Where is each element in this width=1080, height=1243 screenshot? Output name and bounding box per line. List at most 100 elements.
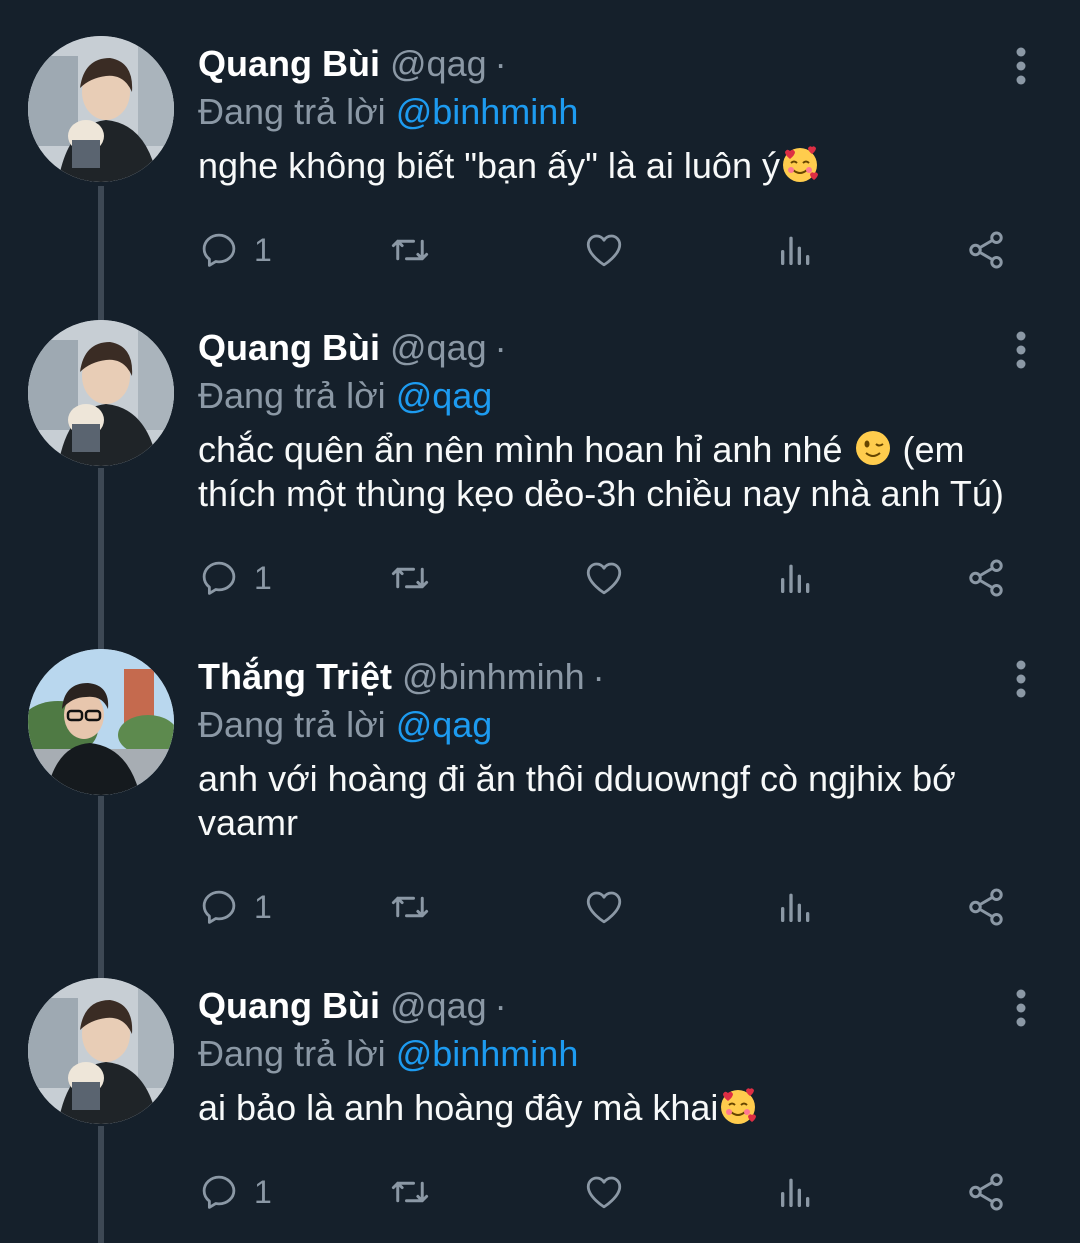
- more-options-button[interactable]: [1004, 657, 1038, 701]
- share-button[interactable]: [964, 556, 1008, 600]
- avatar-image-icon: [28, 649, 174, 795]
- separator-dot: ·: [592, 656, 605, 697]
- share-icon: [969, 888, 1003, 926]
- reply-count: 1: [254, 559, 272, 596]
- like-button[interactable]: [582, 228, 626, 272]
- retweet-button[interactable]: [386, 228, 434, 272]
- share-icon: [969, 559, 1003, 597]
- tweet-text-part: nghe không biết "bạn ấy" là ai luôn ý: [198, 145, 780, 186]
- views-button[interactable]: [776, 1170, 816, 1214]
- views-icon: [781, 893, 810, 922]
- reply-icon: [202, 1175, 236, 1209]
- mention-link[interactable]: @binhminh: [396, 91, 579, 132]
- views-icon: [781, 236, 810, 265]
- replying-to-label: Đang trả lời: [198, 704, 386, 745]
- avatar-image-icon: [28, 36, 174, 182]
- share-button[interactable]: [964, 885, 1008, 929]
- reply-button[interactable]: 1: [198, 228, 272, 272]
- share-icon: [969, 231, 1003, 269]
- retweet-icon: [391, 896, 429, 918]
- more-options-button[interactable]: [1004, 328, 1038, 372]
- heart-icon: [586, 234, 622, 267]
- display-name[interactable]: Quang Bùi: [198, 324, 380, 372]
- mention-link[interactable]: @binhminh: [396, 1033, 579, 1074]
- mention-link[interactable]: @qag: [396, 375, 493, 416]
- views-icon: [781, 1178, 810, 1207]
- retweet-button[interactable]: [386, 1170, 434, 1214]
- tweet-text-part: ai bảo là anh hoàng đây mà khai: [198, 1087, 719, 1128]
- views-icon: [781, 564, 810, 593]
- views-button[interactable]: [776, 556, 816, 600]
- tweet-text-part: anh với hoàng đi ăn thôi dduowngf cò ngj…: [198, 758, 956, 843]
- display-name[interactable]: Quang Bùi: [198, 982, 380, 1030]
- display-name[interactable]: Thắng Triệt: [198, 653, 392, 701]
- avatar[interactable]: [28, 978, 174, 1124]
- heart-icon: [586, 891, 622, 924]
- retweet-button[interactable]: [386, 885, 434, 929]
- tweet[interactable]: Quang Bùi @qag · Đang trả lời @qag chắc …: [0, 320, 1080, 620]
- tweet[interactable]: Thắng Triệt @binhminh · Đang trả lời @qa…: [0, 649, 1080, 949]
- views-button[interactable]: [776, 885, 816, 929]
- replying-to-label: Đang trả lời: [198, 1033, 386, 1074]
- avatar[interactable]: [28, 320, 174, 466]
- separator-dot: ·: [494, 43, 507, 84]
- avatar[interactable]: [28, 649, 174, 795]
- tweet-text: chắc quên ẩn nên mình hoan hỉ anh nhé (e…: [198, 428, 1038, 516]
- reply-count: 1: [254, 231, 272, 268]
- retweet-icon: [391, 567, 429, 589]
- tweet-actions: 1: [198, 228, 1038, 272]
- more-vertical-icon: [1016, 331, 1026, 369]
- smiling-face-with-hearts-icon: [782, 146, 818, 182]
- tweet-text: ai bảo là anh hoàng đây mà khai: [198, 1086, 1038, 1130]
- more-options-button[interactable]: [1004, 44, 1038, 88]
- smiling-face-with-hearts-icon: [721, 1088, 757, 1124]
- replying-to-label: Đang trả lời: [198, 375, 386, 416]
- more-vertical-icon: [1016, 47, 1026, 85]
- reply-button[interactable]: 1: [198, 885, 272, 929]
- views-button[interactable]: [776, 228, 816, 272]
- reply-button[interactable]: 1: [198, 1170, 272, 1214]
- heart-icon: [586, 562, 622, 595]
- reply-icon: [202, 561, 236, 595]
- tweet-actions: 1: [198, 1170, 1038, 1214]
- tweet-actions: 1: [198, 885, 1038, 929]
- reply-count: 1: [254, 888, 272, 925]
- reply-count: 1: [254, 1173, 272, 1210]
- separator-dot: ·: [494, 985, 507, 1026]
- more-vertical-icon: [1016, 660, 1026, 698]
- like-button[interactable]: [582, 1170, 626, 1214]
- winking-face-icon: [855, 431, 890, 465]
- share-button[interactable]: [964, 228, 1008, 272]
- mention-link[interactable]: @qag: [396, 704, 493, 745]
- reply-button[interactable]: 1: [198, 556, 272, 600]
- avatar-image-icon: [28, 978, 174, 1124]
- like-button[interactable]: [582, 556, 626, 600]
- heart-icon: [586, 1176, 622, 1209]
- tweet-actions: 1: [198, 556, 1038, 600]
- user-handle[interactable]: @qag: [390, 982, 487, 1030]
- user-handle[interactable]: @qag: [390, 324, 487, 372]
- conversation-thread: Quang Bùi @qag · Đang trả lời @binhminh …: [0, 0, 1080, 1243]
- tweet[interactable]: Quang Bùi @qag · Đang trả lời @binhminh …: [0, 978, 1080, 1228]
- retweet-button[interactable]: [386, 556, 434, 600]
- tweet[interactable]: Quang Bùi @qag · Đang trả lời @binhminh …: [0, 36, 1080, 286]
- like-button[interactable]: [582, 885, 626, 929]
- tweet-text: nghe không biết "bạn ấy" là ai luôn ý: [198, 144, 1038, 188]
- display-name[interactable]: Quang Bùi: [198, 40, 380, 88]
- more-vertical-icon: [1016, 989, 1026, 1027]
- retweet-icon: [391, 1181, 429, 1203]
- reply-icon: [202, 233, 236, 267]
- user-handle[interactable]: @qag: [390, 40, 487, 88]
- retweet-icon: [391, 239, 429, 261]
- share-button[interactable]: [964, 1170, 1008, 1214]
- avatar[interactable]: [28, 36, 174, 182]
- replying-to-line: Đang trả lời @binhminh: [198, 88, 578, 136]
- replying-to-line: Đang trả lời @qag: [198, 372, 492, 420]
- separator-dot: ·: [494, 327, 507, 368]
- user-handle[interactable]: @binhminh: [402, 653, 585, 701]
- share-icon: [969, 1173, 1003, 1211]
- more-options-button[interactable]: [1004, 986, 1038, 1030]
- replying-to-label: Đang trả lời: [198, 91, 386, 132]
- avatar-image-icon: [28, 320, 174, 466]
- reply-icon: [202, 890, 236, 924]
